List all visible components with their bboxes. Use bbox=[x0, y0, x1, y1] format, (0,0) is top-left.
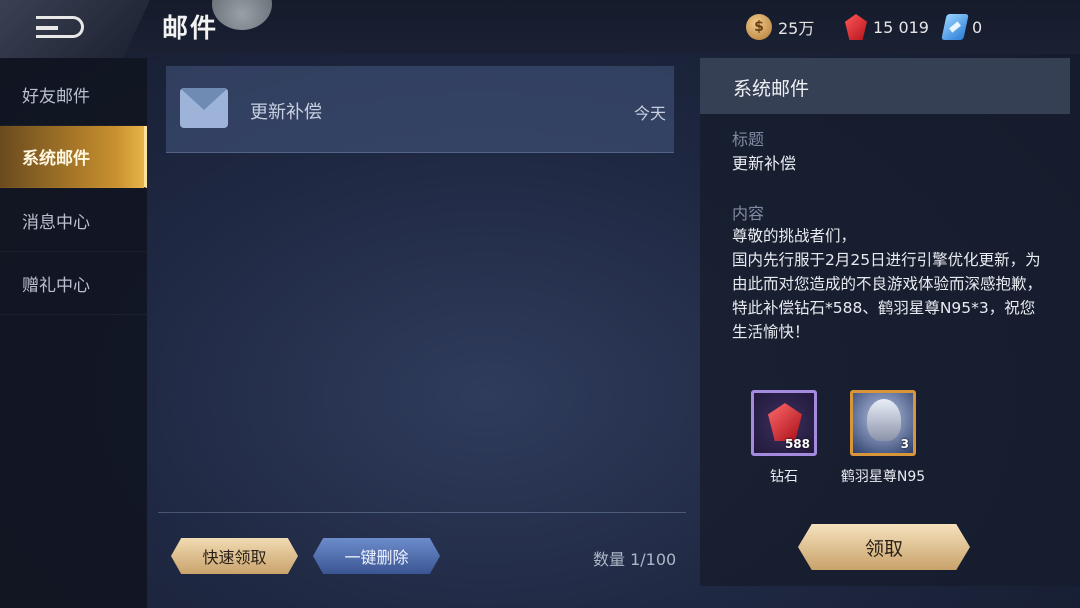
reward-item-diamond[interactable]: 588 bbox=[751, 390, 817, 456]
voucher-currency[interactable]: 0 bbox=[941, 14, 983, 40]
content-label: 内容 bbox=[732, 204, 765, 223]
reward-item-hero[interactable]: 3 bbox=[850, 390, 916, 456]
reward-name: 钻石 bbox=[770, 469, 798, 485]
subject-label: 标题 bbox=[732, 130, 765, 149]
diamond-currency[interactable]: 15 019 bbox=[845, 14, 929, 40]
quick-claim-button[interactable]: 快速领取 bbox=[171, 538, 298, 574]
diamond-amount: 15 019 bbox=[873, 17, 929, 37]
envelope-icon bbox=[180, 88, 228, 128]
voucher-amount: 0 bbox=[972, 17, 983, 37]
mail-title: 更新补偿 bbox=[250, 102, 322, 123]
delete-all-button[interactable]: 一键删除 bbox=[313, 538, 440, 574]
diamond-icon bbox=[768, 403, 802, 441]
content-text: 尊敬的挑战者们， 国内先行服于2月25日进行引擎优化更新，为由此而对您造成的不良… bbox=[732, 227, 1043, 341]
mail-list-item[interactable]: 更新补偿 今天 bbox=[166, 66, 674, 153]
gold-coin-icon: $ bbox=[746, 14, 772, 40]
list-divider bbox=[158, 512, 686, 513]
reward-count: 3 bbox=[900, 437, 909, 451]
sidebar-item-label: 消息中心 bbox=[22, 213, 90, 233]
reward-name: 鹤羽星尊N95 bbox=[840, 469, 926, 485]
red-diamond-icon bbox=[845, 14, 867, 40]
sidebar-item-gift-center[interactable]: 赠礼中心 bbox=[0, 253, 147, 315]
reward-count: 588 bbox=[784, 437, 810, 451]
sidebar-item-message-center[interactable]: 消息中心 bbox=[0, 190, 147, 252]
mail-date: 今天 bbox=[634, 104, 667, 123]
detail-title: 系统邮件 bbox=[733, 78, 810, 100]
hero-avatar-icon bbox=[867, 399, 901, 441]
sidebar-item-friend-mail[interactable]: 好友邮件 bbox=[0, 64, 147, 126]
sidebar-item-label: 好友邮件 bbox=[22, 87, 90, 107]
gold-amount: 25万 bbox=[778, 19, 815, 38]
gold-currency[interactable]: $ 25万 bbox=[746, 14, 814, 40]
subject-text: 更新补偿 bbox=[732, 154, 797, 173]
claim-button[interactable]: 领取 bbox=[798, 524, 970, 570]
sidebar-item-system-mail[interactable]: 系统邮件 bbox=[0, 126, 147, 188]
sidebar-item-label: 赠礼中心 bbox=[22, 276, 90, 296]
page-title: 邮件 bbox=[162, 14, 219, 44]
sidebar-item-label: 系统邮件 bbox=[22, 149, 90, 169]
mail-count: 数量 1/100 bbox=[593, 550, 677, 569]
back-icon-bar bbox=[36, 26, 58, 30]
blue-voucher-icon bbox=[941, 14, 969, 40]
